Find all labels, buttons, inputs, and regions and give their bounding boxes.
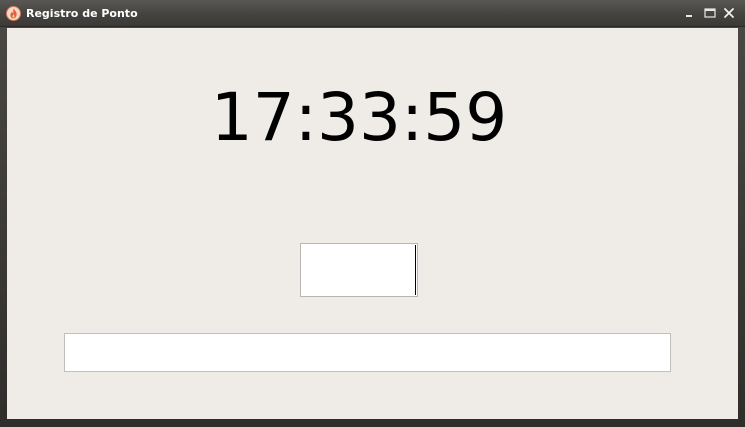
message-field[interactable] — [64, 333, 671, 372]
flame-icon — [6, 6, 21, 21]
title-bar[interactable]: Registro de Ponto — [0, 0, 745, 27]
text-caret — [415, 245, 416, 295]
app-window: Registro de Ponto 17:33:59 — [0, 0, 745, 427]
window-title: Registro de Ponto — [26, 7, 138, 20]
close-icon[interactable] — [722, 6, 736, 20]
code-input[interactable] — [300, 243, 418, 297]
window-content: 17:33:59 — [7, 28, 738, 419]
clock-display: 17:33:59 — [210, 79, 508, 156]
maximize-icon[interactable] — [703, 6, 717, 20]
minimize-icon[interactable] — [683, 6, 697, 20]
